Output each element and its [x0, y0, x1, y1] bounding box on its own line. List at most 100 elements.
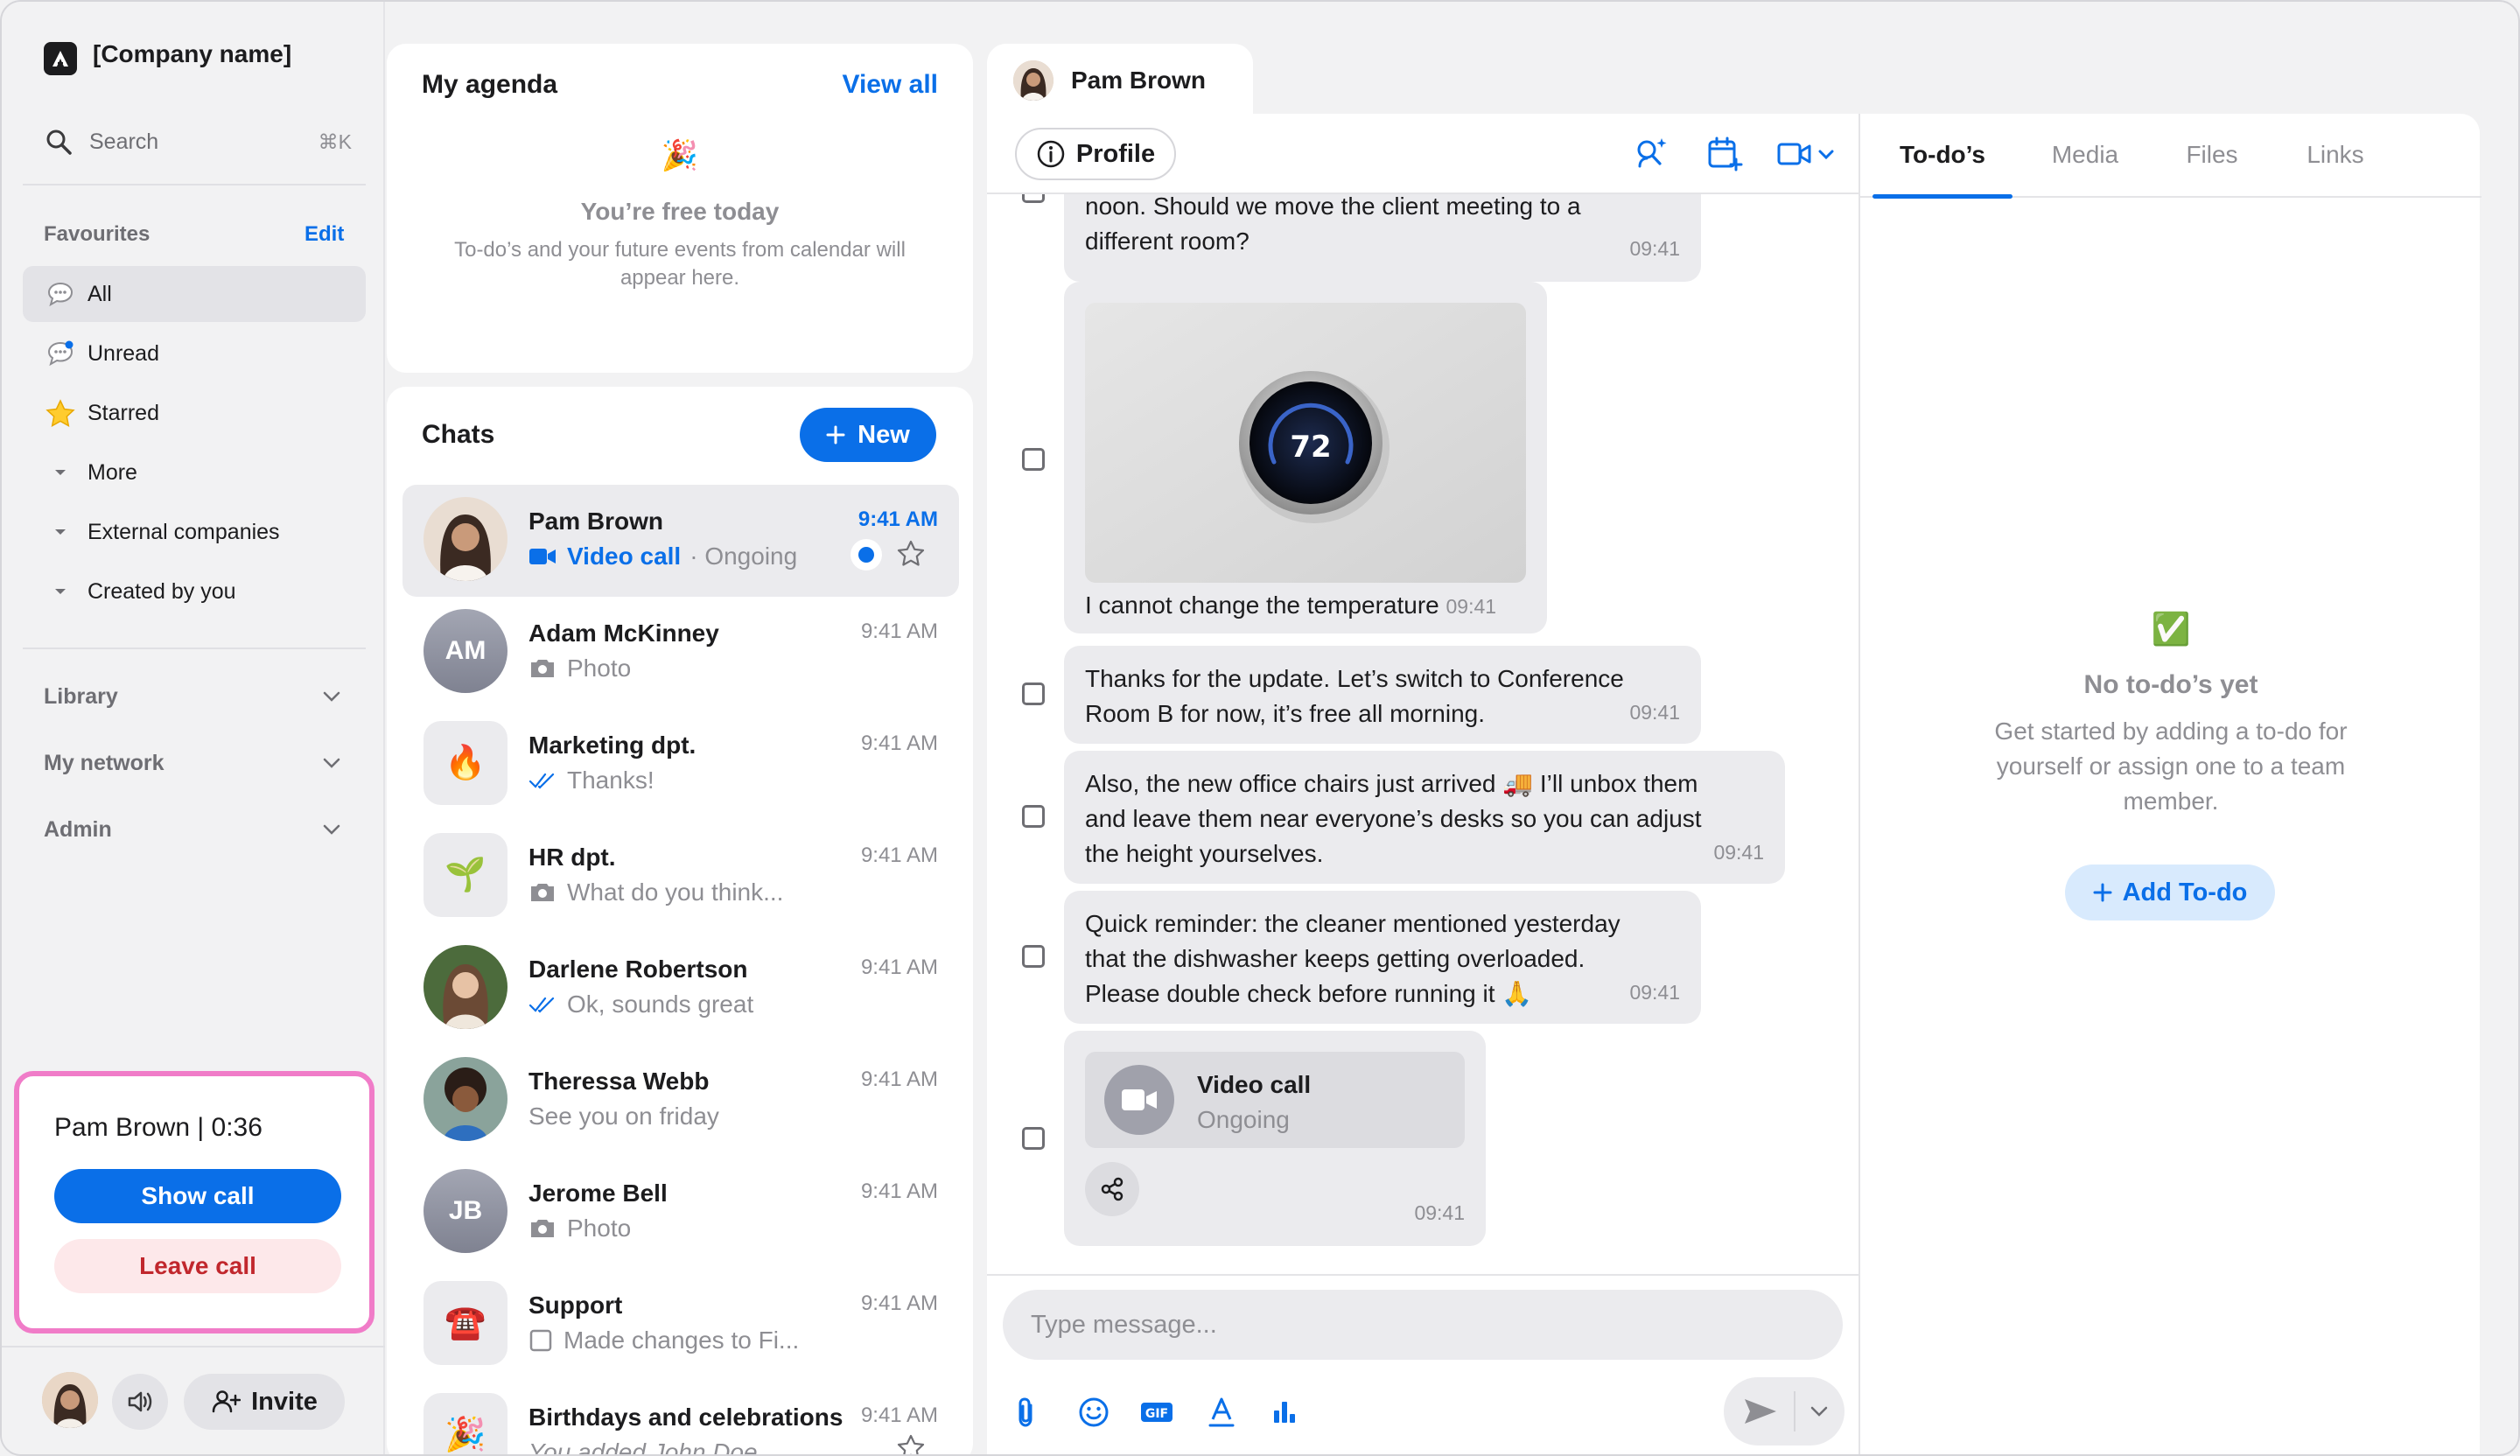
sidebar-item-unread[interactable]: Unread	[23, 326, 366, 382]
star-outline-icon[interactable]	[896, 539, 926, 567]
sidebar-item-more[interactable]: More	[23, 444, 366, 500]
send-icon[interactable]	[1736, 1392, 1785, 1431]
sidebar-item-starred[interactable]: Starred	[23, 385, 366, 441]
chat-preview-text: Made changes to Fi...	[564, 1326, 800, 1354]
party-popper-icon: 🎉	[661, 139, 699, 172]
chat-row-birthdays[interactable]: 🎉 Birthdays and celebrations You added J…	[402, 1381, 959, 1454]
chat-time: 9:41 AM	[860, 844, 938, 867]
chat-preview-text: Photo	[567, 1214, 632, 1242]
chat-preview: Made changes to Fi...	[528, 1326, 799, 1354]
double-check-icon	[528, 995, 556, 1014]
message-checkbox[interactable]	[1022, 805, 1045, 828]
conversation-tab[interactable]: Pam Brown	[987, 44, 1253, 117]
message-checkbox[interactable]	[1022, 1127, 1045, 1150]
share-button[interactable]	[1085, 1162, 1139, 1216]
profile-button[interactable]: Profile	[1015, 128, 1176, 180]
chat-row-darlene-robertson[interactable]: Darlene Robertson Ok, sounds great 9:41 …	[402, 933, 959, 1045]
search-people-icon[interactable]	[1631, 135, 1670, 173]
attach-icon[interactable]	[1008, 1393, 1043, 1432]
chat-preview: You added John Doe	[528, 1438, 758, 1454]
message-checkbox[interactable]	[1022, 448, 1045, 471]
gif-icon[interactable]: GIF	[1138, 1393, 1176, 1432]
favourites-edit-link[interactable]: Edit	[304, 222, 344, 247]
panel-tabs: To-do’s Media Files Links	[1860, 113, 2482, 199]
plus-icon	[2093, 883, 2112, 902]
text-format-icon[interactable]	[1202, 1393, 1241, 1432]
chat-time: 9:41 AM	[860, 1068, 938, 1091]
chat-preview-text: Photo	[567, 654, 632, 682]
message-checkbox[interactable]	[1022, 682, 1045, 705]
call-card-status: Ongoing	[1197, 1106, 1290, 1133]
avatar	[424, 497, 508, 581]
chat-row-adam-mckinney[interactable]: AM Adam McKinney Photo 9:41 AM	[402, 597, 959, 709]
message-input[interactable]: Type message...	[1003, 1290, 1843, 1360]
chat-row-pam-brown[interactable]: Pam Brown Video call · Ongoing 9:41 AM	[402, 485, 959, 597]
company-logo[interactable]	[44, 42, 77, 75]
chat-row-marketing[interactable]: 🔥 Marketing dpt. Thanks! 9:41 AM	[402, 709, 959, 821]
favourites-title: Favourites	[44, 222, 150, 246]
leave-call-button[interactable]: Leave call	[54, 1239, 341, 1293]
star-outline-icon[interactable]	[896, 1433, 926, 1454]
conversation-pane: noon. Should we move the client meeting …	[987, 114, 1858, 1454]
thermostat-reading: 72	[1290, 430, 1331, 465]
video-call-menu-button[interactable]	[1774, 135, 1838, 173]
avatar	[424, 945, 508, 1029]
chat-bubble-icon	[46, 279, 75, 309]
tab-links[interactable]: Links	[2272, 113, 2399, 197]
tab-media[interactable]: Media	[2018, 113, 2152, 197]
conversation-tab-label: Pam Brown	[1071, 66, 1207, 94]
profile-label: Profile	[1075, 139, 1156, 168]
message-bubble: Quick reminder: the cleaner mentioned ye…	[1064, 891, 1701, 1024]
company-name[interactable]: [Company name]	[93, 40, 291, 68]
section-library[interactable]: Library	[44, 679, 341, 714]
sidebar-item-external-companies[interactable]: External companies	[23, 504, 366, 560]
chat-row-jerome-bell[interactable]: JB Jerome Bell Photo 9:41 AM	[402, 1157, 959, 1269]
calendar-add-icon[interactable]	[1704, 135, 1743, 173]
agenda-empty-desc: To-do’s and your future events from cale…	[454, 238, 906, 262]
sidebar-item-created-by-you[interactable]: Created by you	[23, 564, 366, 620]
divider	[1794, 1391, 1796, 1432]
tab-files[interactable]: Files	[2152, 113, 2272, 197]
plus-icon	[826, 425, 845, 444]
message-checkbox[interactable]	[1022, 945, 1045, 968]
user-avatar[interactable]	[42, 1372, 98, 1428]
chat-row-support[interactable]: ☎️ Support Made changes to Fi... 9:41 AM	[402, 1269, 959, 1381]
chats-card: Chats New Pam Brown Video call · Ongoing…	[387, 387, 973, 1454]
empty-state-desc: Get started by adding a to-do for	[1994, 718, 2348, 745]
speaker-button[interactable]	[112, 1374, 168, 1430]
emoji-icon[interactable]	[1074, 1393, 1113, 1432]
show-call-button[interactable]: Show call	[54, 1169, 341, 1223]
add-todo-button[interactable]: Add To-do	[2065, 864, 2275, 920]
thermostat-photo[interactable]: 72	[1085, 303, 1526, 583]
poll-icon[interactable]	[1265, 1393, 1304, 1432]
section-label: Admin	[44, 816, 112, 842]
sidebar-item-all[interactable]: All	[23, 266, 366, 322]
conversation-header: Profile	[987, 114, 1858, 194]
section-admin[interactable]: Admin	[44, 812, 341, 847]
message-text: Quick reminder: the cleaner mentioned ye…	[1085, 910, 1620, 937]
chat-row-hr[interactable]: 🌱 HR dpt. What do you think... 9:41 AM	[402, 821, 959, 933]
invite-button[interactable]: Invite	[184, 1374, 345, 1430]
empty-state-desc: yourself or assign one to a team	[1996, 752, 2346, 780]
empty-state-title: No to-do’s yet	[2083, 670, 2258, 699]
view-all-link[interactable]: View all	[842, 70, 938, 100]
search-label: Search	[89, 129, 159, 154]
agenda-title: My agenda	[422, 70, 558, 99]
chat-preview-text: Thanks!	[567, 766, 654, 794]
chat-preview-text: · Ongoing	[690, 542, 798, 570]
chat-row-theressa-webb[interactable]: Theressa Webb See you on friday 9:41 AM	[402, 1045, 959, 1157]
new-chat-button[interactable]: New	[800, 408, 936, 462]
camera-icon	[528, 1217, 556, 1240]
section-my-network[interactable]: My network	[44, 746, 341, 780]
message-bubble: Thanks for the update. Let’s switch to C…	[1064, 646, 1701, 744]
chevron-down-icon[interactable]	[1801, 1392, 1838, 1431]
image-caption: I cannot change the temperature 09:41	[1085, 588, 1496, 624]
tab-todos[interactable]: To-do’s	[1867, 113, 2018, 199]
search-bar[interactable]: Search ⌘K	[44, 124, 352, 159]
call-card-title: Video call	[1197, 1071, 1312, 1098]
sidebar: [Company name] Search ⌘K Favourites Edit…	[2, 2, 385, 1454]
avatar	[424, 1057, 508, 1141]
avatar: AM	[424, 609, 508, 693]
video-call-card[interactable]: Video call Ongoing	[1085, 1052, 1465, 1148]
share-icon	[1099, 1176, 1125, 1202]
